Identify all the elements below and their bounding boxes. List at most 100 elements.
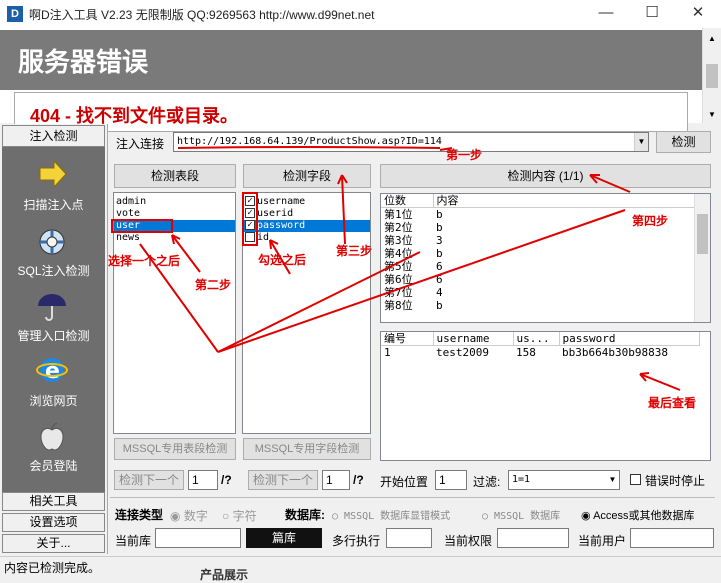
sidebar-tools-button[interactable]: 相关工具 [2,492,105,511]
annotation-step4: 第四步 [632,214,669,228]
detect-content-button[interactable]: 检测内容 (1/1) [380,164,711,188]
detect-tables-button[interactable]: 检测表段 [114,164,236,188]
db-dark-button[interactable]: 篇库 [246,528,322,548]
detect-fields-button[interactable]: 检测字段 [243,164,371,188]
radio-mssql[interactable]: ○ MSSQL 数据库 [482,507,560,522]
table-cell: b [436,299,443,312]
url-input[interactable]: http://192.168.64.139/ProductShow.asp?ID… [173,132,649,152]
radio-numeric[interactable]: ◉ 数字 [170,507,208,524]
sidebar-item-browse[interactable]: 浏览网页 [2,392,105,409]
db-label: 数据库: [285,508,325,522]
field-item[interactable]: ✓ username [243,196,370,208]
mssql-fields-button[interactable]: MSSQL专用字段检测 [243,438,371,460]
tables-list[interactable]: admin vote user news [113,192,236,434]
start-position-input[interactable]: 1 [435,470,467,490]
tables-page-input[interactable]: 1 [188,470,218,490]
table-cell: 4 [436,286,443,299]
table-cell: 第3位 [384,234,413,247]
column-header[interactable]: 编号 [381,332,434,346]
inject-url-label: 注入连接 [116,137,165,151]
maximize-button[interactable]: ☐ [629,0,675,28]
table-row[interactable]: 第3位 3 [381,234,695,247]
list-item-selected[interactable]: user [114,220,235,232]
start-position-label: 开始位置 [380,475,429,489]
mssql-tables-button[interactable]: MSSQL专用表段检测 [114,438,236,460]
table-cell: 158 [516,346,536,359]
table-cell: test2009 [436,346,489,359]
table-cell: 第4位 [384,247,413,260]
column-header[interactable]: 内容 [433,194,695,208]
fields-page-input[interactable]: 1 [322,470,350,490]
table-cell: 第7位 [384,286,413,299]
close-button[interactable]: ✕ [675,0,721,28]
scroll-thumb[interactable] [697,214,708,254]
annotation-step3: 第三步 [336,244,373,258]
field-item-selected[interactable]: ✓ password [243,220,370,232]
minimize-button[interactable]: — [583,0,629,28]
list-item[interactable]: admin [114,196,235,208]
scroll-up-icon[interactable]: ▲ [703,34,721,43]
table-row[interactable]: 1 test2009 158 bb3b664b30b98838 [381,346,699,360]
fields-next-button[interactable]: 检测下一个 [248,470,318,490]
url-dropdown-icon[interactable]: ▼ [634,133,648,151]
checkbox-checked-icon[interactable]: ✓ [245,220,255,230]
sidebar-settings-button[interactable]: 设置选项 [2,513,105,532]
sidebar-header[interactable]: 注入检测 [2,125,105,147]
status-bar [0,556,721,577]
list-item[interactable]: news [114,232,235,244]
current-perm-label: 当前权限 [444,534,493,548]
error-heading: 服务器错误 [18,47,149,77]
table-cell: 1 [384,346,391,359]
current-perm-input[interactable] [497,528,569,548]
checkbox-checked-icon[interactable]: ✓ [245,208,255,218]
current-db-label: 当前库 [115,534,152,548]
stop-on-error-checkbox[interactable] [630,474,641,485]
umbrella-icon [38,294,66,321]
table-cell: 第5位 [384,260,413,273]
column-header[interactable]: username [433,332,514,346]
tables-next-button[interactable]: 检测下一个 [114,470,184,490]
window-title: 啊D注入工具 V2.23 无限制版 QQ:9269563 http://www.… [29,8,375,22]
detect-button[interactable]: 检测 [656,131,711,153]
scroll-thumb[interactable] [706,64,718,88]
filter-dropdown-icon[interactable]: ▼ [606,471,619,489]
table-cell: 6 [436,273,443,286]
radio-string[interactable]: ○ 字符 [222,507,257,524]
filter-select[interactable]: 1=1 [508,470,620,490]
conn-type-label: 连接类型 [115,508,164,522]
radio-mssql-error[interactable]: ○ MSSQL 数据库显错模式 [332,507,450,522]
sidebar-item-sql[interactable]: SQL注入检测 [2,262,105,279]
sidebar-item-login[interactable]: 会员登陆 [2,457,105,474]
checkbox-checked-icon[interactable]: ✓ [245,196,255,206]
fields-list[interactable]: ✓ username ✓ userid ✓ password id [242,192,371,434]
sidebar-item-scan[interactable]: 扫描注入点 [2,196,105,213]
field-item[interactable]: ✓ userid [243,208,370,220]
table-cell: b [436,247,443,260]
content-scrollbar[interactable] [694,194,710,322]
browser-scrollbar[interactable]: ▲ ▼ [702,28,721,123]
sidebar-about-button[interactable]: 关于... [2,534,105,553]
column-header[interactable]: password [559,332,700,346]
table-cell: 第2位 [384,221,413,234]
multi-exec-input[interactable] [386,528,432,548]
app-icon: D [7,6,23,22]
checkbox-icon[interactable] [245,232,255,242]
table-row[interactable]: 第7位 4 [381,286,695,299]
scroll-down-icon[interactable]: ▼ [703,110,721,119]
table-row[interactable]: 第6位 6 [381,273,695,286]
current-db-input[interactable] [155,528,241,548]
current-user-input[interactable] [630,528,714,548]
annotation-step1: 第一步 [446,148,483,162]
table-cell: 3 [436,234,443,247]
radio-access[interactable]: ◉ Access或其他数据库 [581,507,695,523]
table-row[interactable]: 第4位 b [381,247,695,260]
table-row[interactable]: 第8位 b [381,299,695,312]
column-header[interactable]: 位数 [381,194,434,208]
sidebar-item-admin[interactable]: 管理入口检测 [2,327,105,344]
annotation-final: 最后查看 [648,396,697,410]
divider [110,497,715,498]
table-cell: 第6位 [384,273,413,286]
table-row[interactable]: 第5位 6 [381,260,695,273]
list-item[interactable]: vote [114,208,235,220]
column-header[interactable]: us... [513,332,560,346]
